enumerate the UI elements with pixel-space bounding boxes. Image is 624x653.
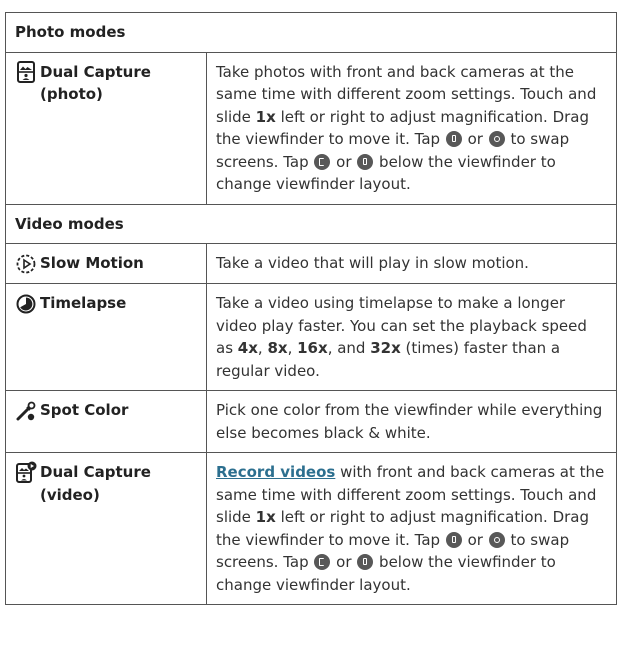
record-videos-link[interactable]: Record videos: [216, 463, 335, 481]
section-heading-video: Video modes: [5, 203, 617, 244]
table-row-timelapse: Timelapse Take a video using timelapse t…: [5, 283, 617, 391]
table-row-spot-color: Spot Color Pick one color from the viewf…: [5, 390, 617, 453]
dual-capture-video-icon: [15, 461, 37, 483]
viewfinder-layout-alt-icon: [357, 153, 374, 170]
viewfinder-layout-icon: [314, 153, 331, 170]
swap-screen-icon: [445, 131, 462, 147]
mode-title-spot-color: Spot Color: [40, 401, 129, 419]
mode-description-dual-capture-photo: Take photos with front and back cameras …: [206, 51, 617, 205]
swap-screen-alt-icon: [488, 131, 505, 147]
mode-title-timelapse: Timelapse: [40, 294, 127, 312]
slow-motion-icon: [15, 253, 37, 275]
page: Photo modes Dual Capture (photo) Take pho…: [0, 0, 624, 653]
mode-title-dual-capture-photo: Dual Capture (photo): [40, 62, 151, 104]
section-row-video: Video modes: [5, 203, 617, 244]
mode-description-spot-color: Pick one color from the viewfinder while…: [206, 390, 617, 453]
table-row-dual-capture-video: Dual Capture (video) Record videos with f…: [5, 452, 617, 605]
mode-description-timelapse: Take a video using timelapse to make a l…: [206, 283, 617, 391]
mode-cell-dual-capture-photo: Dual Capture (photo): [5, 51, 207, 205]
section-row-photo: Photo modes: [5, 12, 617, 53]
mode-cell-timelapse: Timelapse: [5, 283, 207, 391]
section-heading-photo: Photo modes: [5, 12, 617, 53]
table-row-dual-capture-photo: Dual Capture (photo) Take photos with fro…: [5, 51, 617, 205]
swap-screen-alt-icon: [488, 531, 505, 548]
mode-cell-spot-color: Spot Color: [5, 390, 207, 453]
mode-description-dual-capture-video: Record videos with front and back camera…: [206, 452, 617, 605]
timelapse-icon: [15, 293, 37, 315]
mode-title-slow-motion: Slow Motion: [40, 254, 144, 272]
viewfinder-layout-icon: [314, 554, 331, 570]
dual-capture-photo-icon: [15, 60, 37, 83]
mode-description-slow-motion: Take a video that will play in slow moti…: [206, 243, 617, 284]
camera-modes-table: Photo modes Dual Capture (photo) Take pho…: [5, 12, 617, 605]
viewfinder-layout-alt-icon: [357, 554, 374, 570]
swap-screen-icon: [445, 531, 462, 548]
mode-cell-dual-capture-video: Dual Capture (video): [5, 452, 207, 605]
spot-color-icon: [15, 400, 37, 422]
mode-title-dual-capture-video: Dual Capture (video): [40, 463, 151, 504]
table-row-slow-motion: Slow Motion Take a video that will play …: [5, 243, 617, 284]
mode-cell-slow-motion: Slow Motion: [5, 243, 207, 284]
